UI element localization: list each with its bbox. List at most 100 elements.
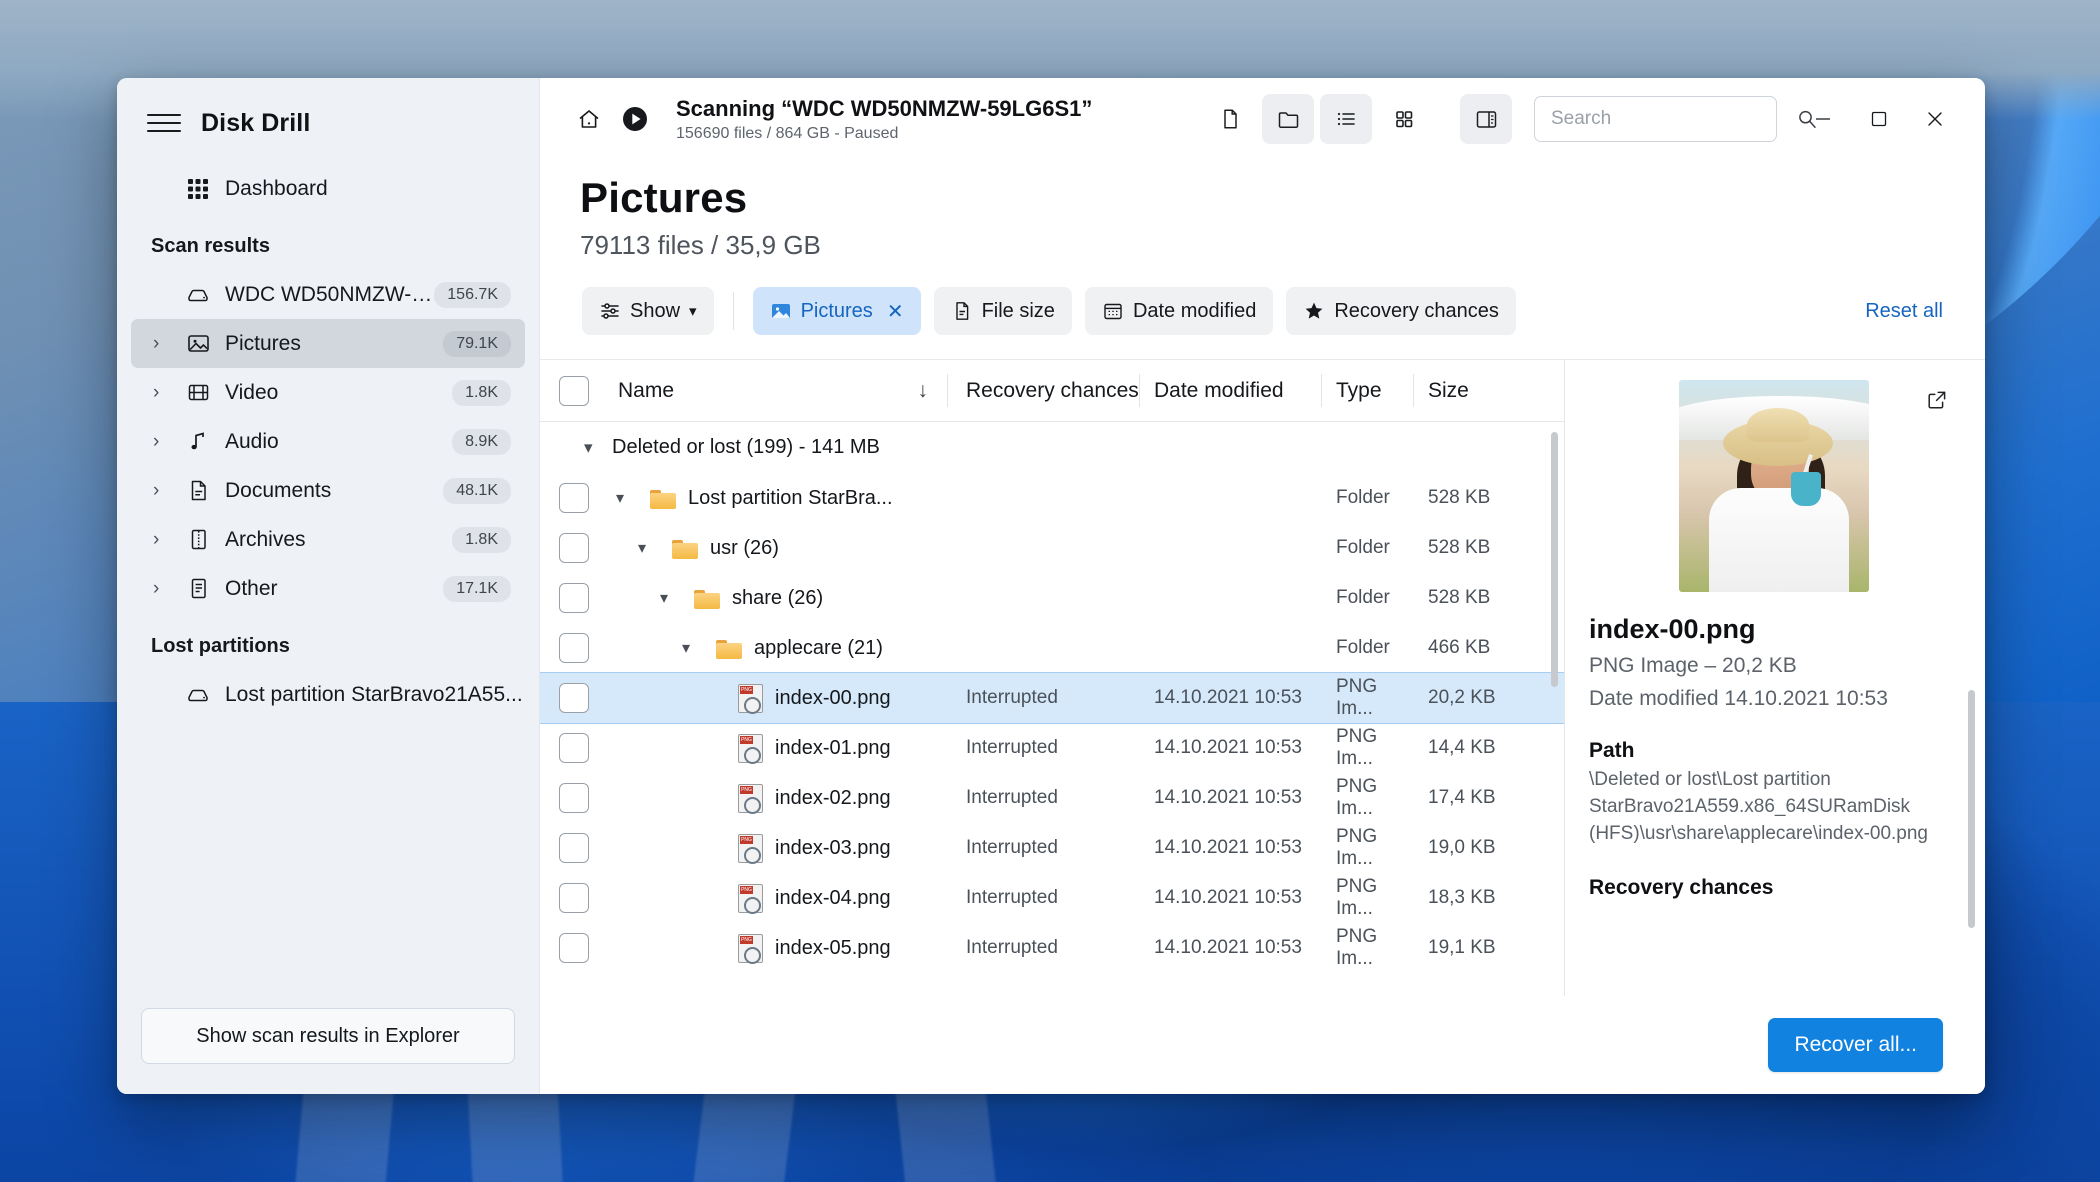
table-row[interactable]: index-01.png Interrupted 14.10.2021 10:53 P…: [540, 723, 1564, 773]
table-row[interactable]: index-04.png Interrupted 14.10.2021 10:53 P…: [540, 873, 1564, 923]
chevron-down-icon: ▾: [689, 303, 697, 320]
hamburger-menu-icon[interactable]: [147, 106, 181, 140]
minimize-icon[interactable]: [1795, 93, 1851, 145]
sidebar-item-drive[interactable]: WDC WD50NMZW-5... 156.7K: [131, 270, 525, 319]
list-view-icon[interactable]: [1320, 94, 1372, 144]
row-checkbox[interactable]: [559, 933, 589, 963]
scan-subtitle: 156690 files / 864 GB - Paused: [676, 124, 899, 142]
chevron-down-icon[interactable]: ▾: [616, 488, 638, 508]
remove-filter-icon[interactable]: ✕: [887, 299, 904, 324]
reset-all-button[interactable]: Reset all: [1865, 300, 1943, 323]
row-checkbox[interactable]: [559, 483, 589, 513]
sidebar-item-lost-partition[interactable]: Lost partition StarBravo21A55...: [131, 670, 525, 719]
sidebar-item-badge: 17.1K: [443, 575, 511, 602]
chevron-right-icon[interactable]: ›: [153, 432, 179, 451]
folder-view-icon[interactable]: [1262, 94, 1314, 144]
chevron-right-icon[interactable]: ›: [153, 530, 179, 549]
details-scrollbar[interactable]: [1968, 690, 1975, 928]
chevron-down-icon[interactable]: ▾: [660, 588, 682, 608]
table-row[interactable]: index-03.png Interrupted 14.10.2021 10:53 P…: [540, 823, 1564, 873]
show-filter-dropdown[interactable]: Show ▾: [582, 287, 714, 335]
filter-chip-pictures[interactable]: Pictures ✕: [752, 287, 921, 335]
maximize-icon[interactable]: [1851, 93, 1907, 145]
chevron-down-icon[interactable]: ▾: [682, 638, 704, 658]
sidebar-section-scan-results: Scan results: [151, 235, 270, 257]
row-checkbox-cell: [540, 533, 608, 563]
chevron-right-icon[interactable]: ›: [153, 383, 179, 402]
close-icon[interactable]: [1907, 93, 1963, 145]
audio-icon: [179, 430, 217, 453]
show-scan-results-in-explorer-button[interactable]: Show scan results in Explorer: [141, 1008, 515, 1064]
row-checkbox[interactable]: [559, 583, 589, 613]
column-header-size[interactable]: Size: [1414, 360, 1564, 421]
cell-recovery-chances: Interrupted: [966, 937, 1058, 958]
cell-size: 17,4 KB: [1428, 787, 1496, 808]
file-name-label: index-05.png: [775, 936, 891, 959]
details-recovery-label: Recovery chances: [1589, 875, 1774, 899]
sidebar-item-archives[interactable]: › Archives 1.8K: [131, 515, 525, 564]
sidebar-item-other[interactable]: › Other 17.1K: [131, 564, 525, 613]
cell-size: 19,1 KB: [1428, 937, 1496, 958]
chevron-down-icon[interactable]: ▾: [584, 438, 612, 458]
column-header-date-modified[interactable]: Date modified: [1140, 360, 1322, 421]
sidebar-item-label: Pictures: [225, 331, 301, 355]
cell-name: index-03.png: [608, 823, 948, 873]
preview-pane-icon[interactable]: [1460, 94, 1512, 144]
chevron-right-icon[interactable]: ›: [153, 481, 179, 500]
row-checkbox[interactable]: [559, 733, 589, 763]
row-checkbox[interactable]: [559, 833, 589, 863]
page-header: Pictures 79113 files / 35,9 GB: [540, 160, 1985, 261]
chevron-right-icon[interactable]: ›: [153, 334, 179, 353]
chevron-down-icon[interactable]: ▾: [638, 538, 660, 558]
column-header-label: Type: [1336, 378, 1382, 402]
row-checkbox[interactable]: [559, 883, 589, 913]
table-row[interactable]: index-02.png Interrupted 14.10.2021 10:53 P…: [540, 773, 1564, 823]
chevron-right-icon[interactable]: ›: [153, 579, 179, 598]
video-icon: [179, 381, 217, 404]
picture-icon: [179, 332, 217, 355]
sidebar-item-dashboard[interactable]: Dashboard: [131, 164, 525, 213]
search-box[interactable]: [1534, 96, 1816, 142]
top-toolbar: Scanning “WDC WD50NMZW-59LG6S1” 156690 f…: [540, 78, 1985, 160]
file-view-icon[interactable]: [1204, 94, 1256, 144]
cell-date-modified: [1140, 573, 1322, 623]
select-all-checkbox[interactable]: [559, 375, 589, 406]
folder-icon: [672, 538, 698, 559]
home-icon[interactable]: [566, 96, 612, 142]
table-row[interactable]: index-05.png Interrupted 14.10.2021 10:53 P…: [540, 923, 1564, 973]
sidebar-item-video[interactable]: › Video 1.8K: [131, 368, 525, 417]
row-checkbox[interactable]: [559, 633, 589, 663]
sidebar-item-label: Dashboard: [225, 176, 328, 200]
table-row[interactable]: ▾ share (26) Folder 528 KB: [540, 573, 1564, 623]
row-checkbox[interactable]: [559, 683, 589, 713]
cell-recovery-chances: [948, 573, 1140, 623]
row-checkbox[interactable]: [559, 533, 589, 563]
sidebar-item-documents[interactable]: › Documents 48.1K: [131, 466, 525, 515]
column-header-recovery-chances[interactable]: Recovery chances: [948, 360, 1140, 421]
open-external-icon[interactable]: [1921, 384, 1953, 416]
play-icon[interactable]: [612, 96, 658, 142]
cell-type: PNG Im...: [1336, 926, 1378, 969]
row-checkbox[interactable]: [559, 783, 589, 813]
filter-chip-recovery-chances[interactable]: Recovery chances: [1286, 287, 1516, 335]
sidebar-item-label: Other: [225, 576, 278, 600]
sidebar-item-audio[interactable]: › Audio 8.9K: [131, 417, 525, 466]
table-row[interactable]: ▾ usr (26) Folder 528 KB: [540, 523, 1564, 573]
table-group-header[interactable]: ▾ Deleted or lost (199) - 141 MB: [540, 422, 1564, 473]
table-scrollbar[interactable]: [1551, 432, 1558, 687]
table-row[interactable]: ▾ Lost partition StarBra... Folder 528 KB: [540, 473, 1564, 523]
cell-date-modified: 14.10.2021 10:53: [1154, 687, 1302, 708]
sidebar-item-pictures[interactable]: › Pictures 79.1K: [131, 319, 525, 368]
search-input[interactable]: [1551, 108, 1796, 130]
cell-recovery-chances: [948, 473, 1140, 523]
recover-all-button[interactable]: Recover all...: [1768, 1018, 1943, 1072]
table-row[interactable]: ▾ applecare (21) Folder 466 KB: [540, 623, 1564, 673]
filter-chip-date-modified[interactable]: Date modified: [1084, 287, 1274, 335]
filter-chip-file-size[interactable]: File size: [933, 287, 1072, 335]
column-header-type[interactable]: Type: [1322, 360, 1414, 421]
table-row[interactable]: index-00.png Interrupted 14.10.2021 10:53 P…: [540, 672, 1564, 724]
grid-view-icon[interactable]: [1378, 94, 1430, 144]
details-path-label: Path: [1589, 739, 1635, 762]
column-header-name[interactable]: Name ↓: [608, 360, 948, 421]
sidebar-item-badge: 48.1K: [443, 477, 511, 504]
